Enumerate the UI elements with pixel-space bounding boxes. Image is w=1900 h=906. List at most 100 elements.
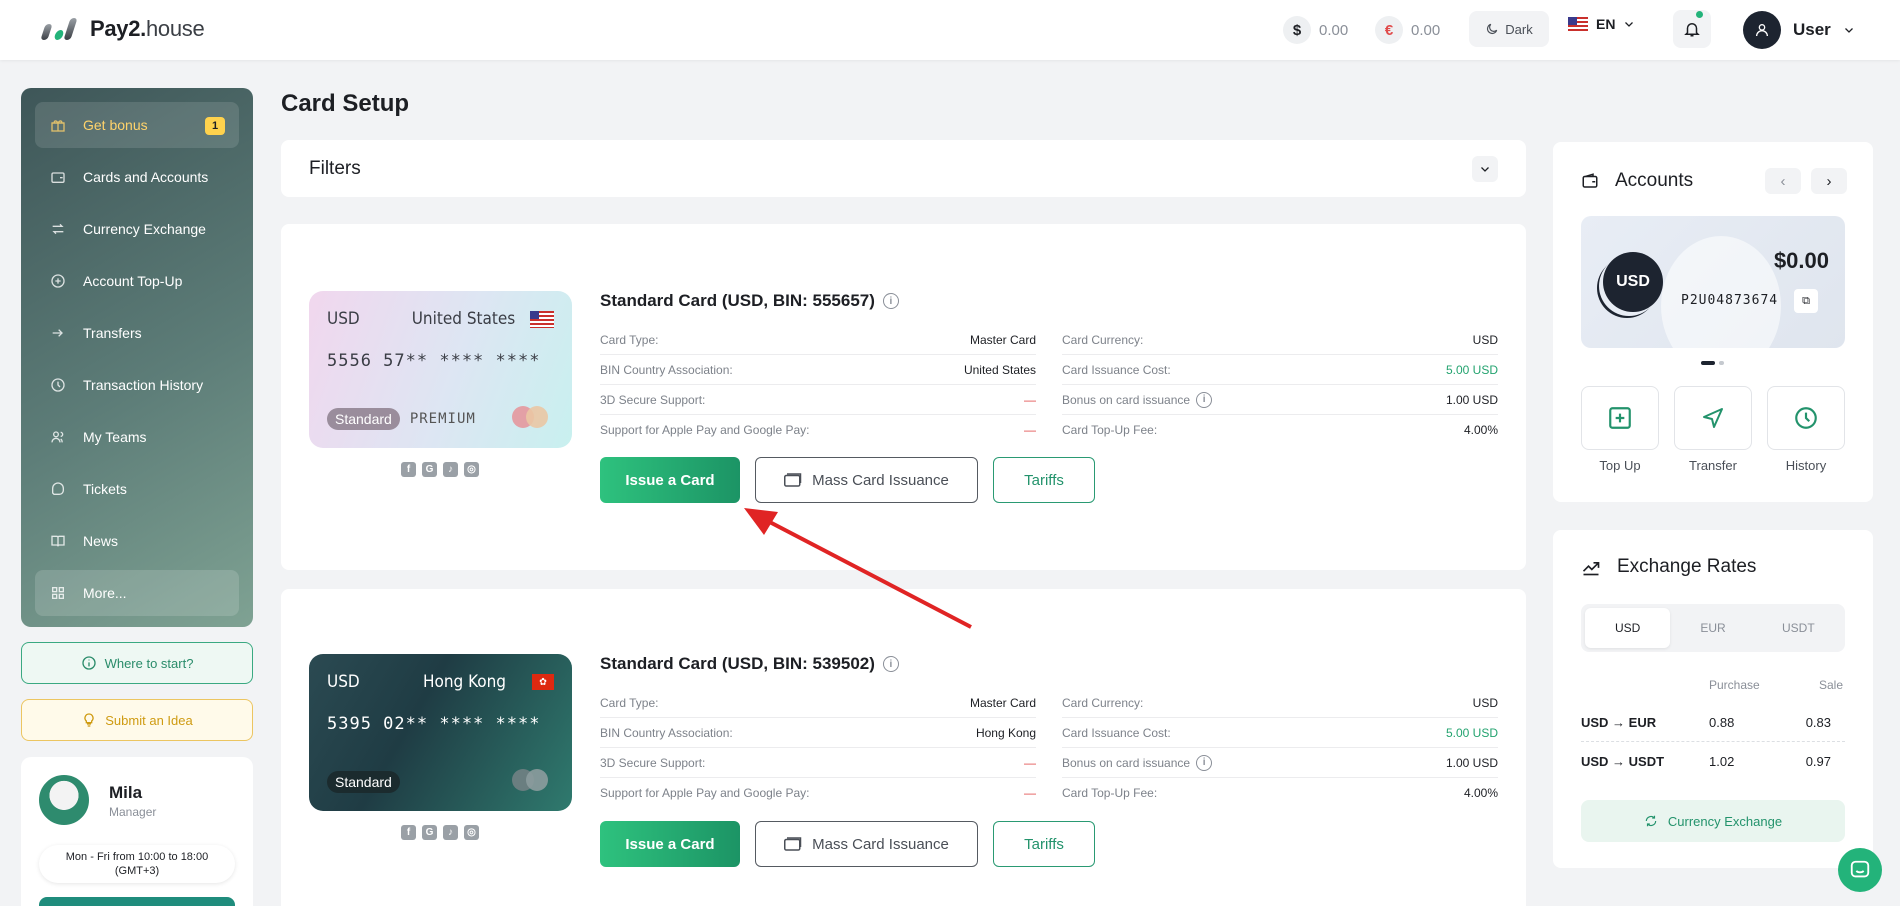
copy-icon[interactable]: ⧉: [1794, 289, 1818, 313]
card-specs: Card Type: Master Card BIN Country Associ…: [600, 688, 1498, 808]
exchange-rates-panel: Exchange Rates USD EUR USDT Purchase Sal…: [1553, 530, 1873, 868]
card-icon: [784, 473, 802, 487]
notifications-button[interactable]: [1673, 10, 1711, 48]
tiktok-icon: ♪: [443, 825, 458, 840]
info-icon[interactable]: i: [882, 656, 899, 672]
spec-row: Card Type: Master Card: [600, 688, 1036, 718]
ticket-icon: [49, 480, 67, 498]
euro-icon: €: [1375, 16, 1403, 44]
contact-manager-button[interactable]: [39, 897, 235, 906]
tab-eur[interactable]: EUR: [1670, 608, 1755, 648]
manager-avatar: [39, 775, 89, 825]
spec-row: Card Issuance Cost: 5.00 USD: [1062, 355, 1498, 385]
chevron-down-icon: [1625, 22, 1634, 27]
account-balance: $0.00: [1773, 248, 1829, 273]
supported-services: f G ♪ ◎: [401, 825, 479, 840]
currency-tabs: USD EUR USDT: [1581, 604, 1845, 652]
card-icon: [784, 837, 802, 851]
account-card[interactable]: USD $0.00 P2U04873674 ⧉: [1581, 216, 1845, 348]
us-flag-icon: [530, 310, 554, 328]
bell-icon: [1684, 23, 1700, 37]
manager-hours: Mon - Fri from 10:00 to 18:00 (GMT+3): [39, 845, 235, 883]
spec-row: Card Currency: USD: [1062, 325, 1498, 355]
where-to-start-button[interactable]: Where to start?: [21, 642, 253, 684]
google-icon: G: [422, 825, 437, 840]
chevron-down-icon[interactable]: [1472, 155, 1498, 182]
tariffs-button[interactable]: Tariffs: [993, 457, 1095, 503]
info-icon[interactable]: i: [1196, 391, 1213, 408]
wallet-icon: [49, 168, 67, 186]
manager-name: Mila: [109, 783, 143, 802]
top-up-button[interactable]: [1581, 386, 1659, 450]
spec-row: 3D Secure Support: —: [600, 385, 1036, 415]
bonus-count-badge: 1: [205, 117, 225, 135]
sidebar-item-cards-and-accounts[interactable]: Cards and Accounts: [35, 154, 239, 200]
info-icon[interactable]: i: [882, 293, 899, 309]
sidebar-item-transaction-history[interactable]: Transaction History: [35, 362, 239, 408]
sidebar-item-account-top-up[interactable]: Account Top-Up: [35, 258, 239, 304]
usd-balance: $ 0.00: [1283, 13, 1348, 47]
app-icon: ◎: [464, 462, 479, 477]
dollar-icon: $: [1283, 16, 1311, 44]
sidebar-item-transfers[interactable]: Transfers: [35, 310, 239, 356]
supported-services: f G ♪ ◎: [401, 462, 479, 477]
card-preview: USD Hong Kong ✿ 5395 02** **** **** Stan…: [309, 654, 572, 811]
purchase-header: Purchase: [1709, 678, 1760, 692]
currency-exchange-button[interactable]: Currency Exchange: [1581, 800, 1845, 842]
eur-balance: € 0.00: [1375, 13, 1440, 47]
refresh-icon: [1645, 815, 1657, 827]
arrow-right-icon: [49, 324, 67, 342]
filters-panel[interactable]: Filters: [281, 140, 1526, 197]
history-button[interactable]: [1767, 386, 1845, 450]
tab-usdt[interactable]: USDT: [1756, 608, 1841, 648]
manager-card: Mila Manager Mon - Fri from 10:00 to 18:…: [21, 757, 253, 906]
spec-row: Card Type: Master Card: [600, 325, 1036, 355]
card-title: Standard Card (USD, BIN: 555657) i: [600, 291, 899, 311]
moon-icon: [1487, 23, 1498, 34]
language-select[interactable]: EN: [1568, 16, 1635, 32]
tariffs-button[interactable]: Tariffs: [993, 821, 1095, 867]
issue-card-button[interactable]: Issue a Card: [600, 457, 740, 503]
accounts-panel: Accounts ‹ › USD $0.00 P2U04873674 ⧉ Top…: [1553, 142, 1873, 502]
spec-row: Support for Apple Pay and Google Pay: —: [600, 786, 1036, 800]
mastercard-icon: [512, 406, 552, 428]
sidebar-item-my-teams[interactable]: My Teams: [35, 414, 239, 460]
us-flag-icon: [1568, 17, 1588, 31]
plus-square-icon: [1609, 407, 1631, 429]
google-icon: G: [422, 462, 437, 477]
trend-up-icon: [1582, 562, 1600, 576]
accounts-prev-button[interactable]: ‹: [1765, 168, 1801, 194]
transfer-button[interactable]: [1674, 386, 1752, 450]
submit-idea-button[interactable]: Submit an Idea: [21, 699, 253, 741]
mass-card-issuance-button[interactable]: Mass Card Issuance: [755, 457, 978, 503]
info-icon[interactable]: i: [1196, 754, 1213, 771]
card-tier-badge: Standard: [327, 771, 400, 793]
page-title: Card Setup: [281, 90, 410, 117]
card-number: 5556 57** **** ****: [327, 351, 541, 371]
gift-icon: [49, 116, 67, 134]
issue-card-button[interactable]: Issue a Card: [600, 821, 740, 867]
sidebar-item-tickets[interactable]: Tickets: [35, 466, 239, 512]
card-preview: USD United States 5556 57** **** **** St…: [309, 291, 572, 448]
sidebar-item-more[interactable]: More...: [35, 570, 239, 616]
accounts-next-button[interactable]: ›: [1811, 168, 1847, 194]
spec-row: BIN Country Association: United States: [600, 355, 1036, 385]
mass-card-issuance-button[interactable]: Mass Card Issuance: [755, 821, 978, 867]
spec-row: Card Issuance Cost: 5.00 USD: [1062, 718, 1498, 748]
sidebar-item-get-bonus[interactable]: Get bonus 1: [35, 102, 239, 148]
logo[interactable]: Pay2.house: [40, 16, 205, 42]
user-menu[interactable]: User: [1743, 11, 1855, 49]
tab-usd[interactable]: USD: [1585, 608, 1671, 648]
card-number: 5395 02** **** ****: [327, 714, 541, 734]
sale-header: Sale: [1819, 678, 1844, 692]
logo-icon: [40, 16, 80, 42]
top-bar: Pay2.house $ 0.00 € 0.00 Dark EN User: [0, 0, 1900, 60]
user-icon: [1743, 11, 1781, 49]
sidebar-item-currency-exchange[interactable]: Currency Exchange: [35, 206, 239, 252]
clock-icon: [49, 376, 67, 394]
chat-button[interactable]: [1838, 848, 1882, 892]
facebook-icon: f: [401, 462, 416, 477]
spec-row: Card Currency: USD: [1062, 688, 1498, 718]
theme-toggle-button[interactable]: Dark: [1469, 11, 1549, 47]
sidebar-item-news[interactable]: News: [35, 518, 239, 564]
